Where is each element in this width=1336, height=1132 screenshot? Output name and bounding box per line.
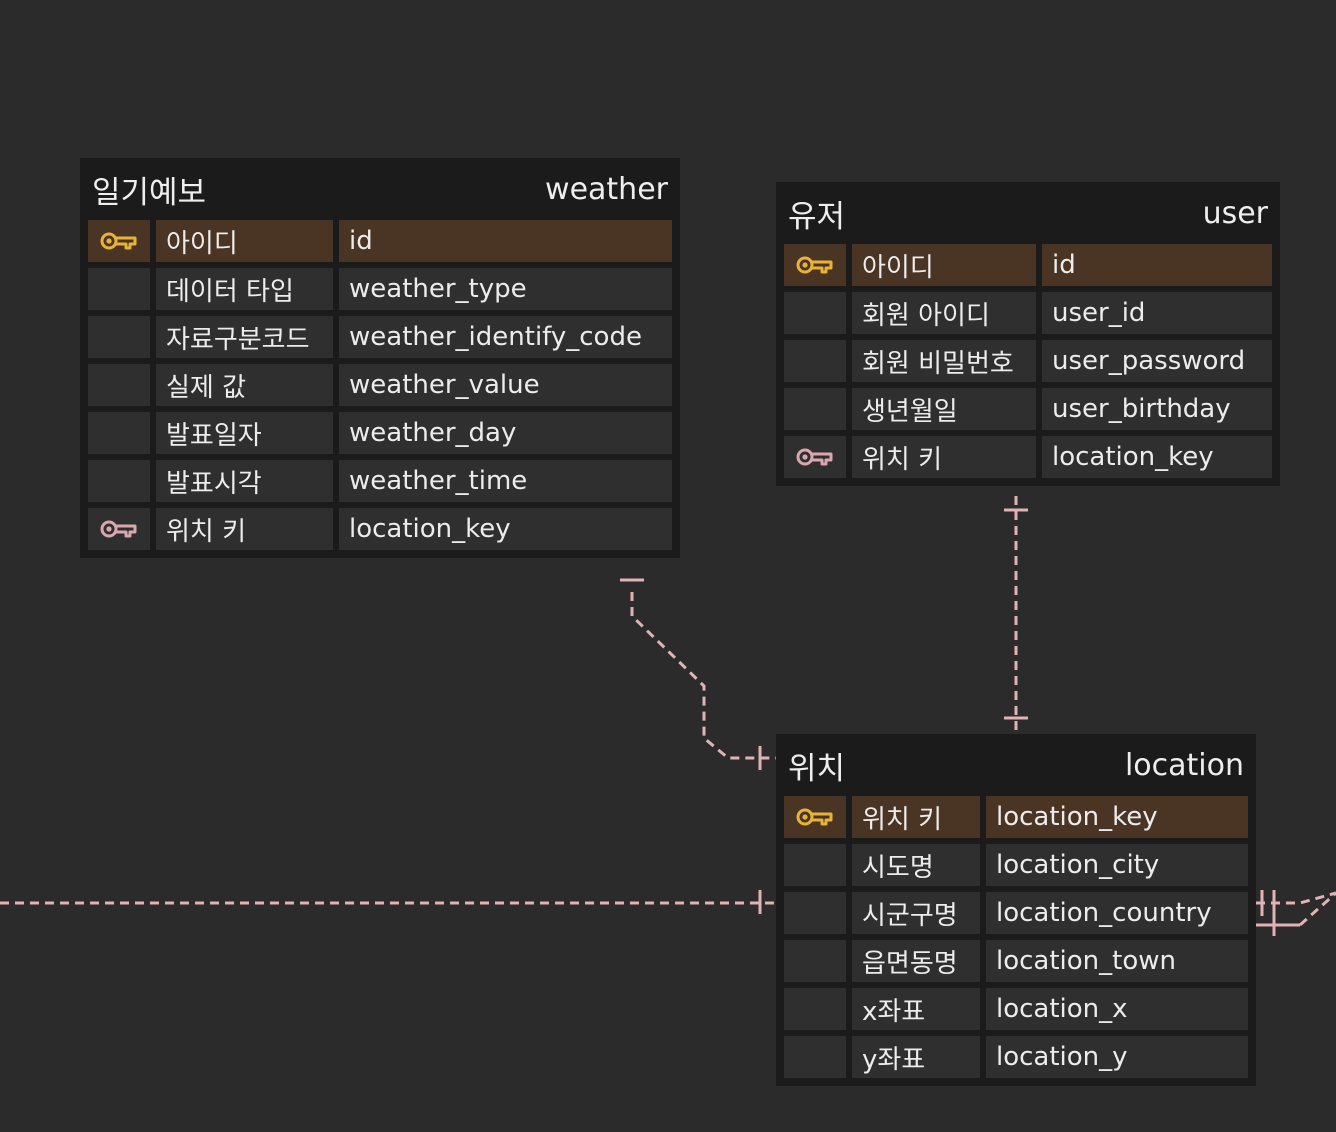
column-name-en: id <box>1042 244 1272 286</box>
column-name-kr: 회원 비밀번호 <box>852 340 1036 382</box>
column-name-kr: 발표시각 <box>156 460 333 502</box>
column-name-kr: 데이터 타입 <box>156 268 333 310</box>
key-cell <box>784 940 846 982</box>
table-title-en: user <box>1202 195 1268 231</box>
column-name-kr: 자료구분코드 <box>156 316 333 358</box>
key-cell <box>88 508 150 550</box>
key-cell <box>784 340 846 382</box>
table-row[interactable]: 위치 키 location_key <box>88 508 672 550</box>
column-name-en: user_id <box>1042 292 1272 334</box>
column-name-kr: 시도명 <box>852 844 980 886</box>
table-columns: 위치 키 location_key 시도명 location_city 시군구명 loca… <box>784 796 1248 1078</box>
key-cell <box>784 844 846 886</box>
table-row[interactable]: 위치 키 location_key <box>784 796 1248 838</box>
column-name-en: user_password <box>1042 340 1272 382</box>
column-name-kr: x좌표 <box>852 988 980 1030</box>
column-name-en: location_x <box>986 988 1248 1030</box>
table-title-en: location <box>1124 747 1244 783</box>
column-name-kr: 위치 키 <box>156 508 333 550</box>
table-row[interactable]: y좌표 location_y <box>784 1036 1248 1078</box>
key-cell <box>784 988 846 1030</box>
table-row[interactable]: 자료구분코드 weather_identify_code <box>88 316 672 358</box>
table-row[interactable]: 회원 비밀번호 user_password <box>784 340 1272 382</box>
table-header: 위치 location <box>784 734 1248 796</box>
column-name-kr: y좌표 <box>852 1036 980 1078</box>
table-title-kr: 일기예보 <box>92 174 207 211</box>
column-name-en: weather_identify_code <box>339 316 672 358</box>
column-name-kr: 위치 키 <box>852 796 980 838</box>
key-cell <box>784 796 846 838</box>
key-cell <box>784 892 846 934</box>
foreign-key-icon <box>100 520 137 538</box>
table-row[interactable]: 데이터 타입 weather_type <box>88 268 672 310</box>
table-row[interactable]: 생년월일 user_birthday <box>784 388 1272 430</box>
key-cell <box>784 292 846 334</box>
table-row[interactable]: 읍면동명 location_town <box>784 940 1248 982</box>
table-row[interactable]: 발표일자 weather_day <box>88 412 672 454</box>
column-name-kr: 실제 값 <box>156 364 333 406</box>
column-name-en: weather_day <box>339 412 672 454</box>
table-row[interactable]: 아이디 id <box>784 244 1272 286</box>
column-name-en: weather_type <box>339 268 672 310</box>
foreign-key-icon <box>796 448 833 466</box>
table-row[interactable]: 위치 키 location_key <box>784 436 1272 478</box>
column-name-kr: 아이디 <box>156 220 333 262</box>
primary-key-icon <box>796 808 833 826</box>
key-cell <box>784 244 846 286</box>
table-row[interactable]: 발표시각 weather_time <box>88 460 672 502</box>
table-header: 일기예보 weather <box>88 158 672 220</box>
key-cell <box>784 1036 846 1078</box>
table-columns: 아이디 id 회원 아이디 user_id 회원 비밀번호 user_password 생년… <box>784 244 1272 478</box>
primary-key-icon <box>796 256 833 274</box>
column-name-en: location_town <box>986 940 1248 982</box>
column-name-kr: 발표일자 <box>156 412 333 454</box>
key-cell <box>88 364 150 406</box>
column-name-en: id <box>339 220 672 262</box>
key-cell <box>88 412 150 454</box>
column-name-kr: 회원 아이디 <box>852 292 1036 334</box>
table-row[interactable]: 시도명 location_city <box>784 844 1248 886</box>
key-cell <box>784 388 846 430</box>
key-cell <box>784 436 846 478</box>
key-cell <box>88 220 150 262</box>
table-title-en: weather <box>545 171 668 207</box>
table-title-kr: 위치 <box>788 750 846 787</box>
column-name-en: weather_time <box>339 460 672 502</box>
column-name-en: location_city <box>986 844 1248 886</box>
table-row[interactable]: x좌표 location_x <box>784 988 1248 1030</box>
table-columns: 아이디 id 데이터 타입 weather_type 자료구분코드 weather_ide… <box>88 220 672 550</box>
column-name-kr: 위치 키 <box>852 436 1036 478</box>
table-weather[interactable]: 일기예보 weather 아이디 id 데이터 타입 weather_type 자료구분… <box>80 158 680 558</box>
table-row[interactable]: 회원 아이디 user_id <box>784 292 1272 334</box>
table-user[interactable]: 유저 user 아이디 id 회원 아이디 user_id 회원 비밀번호 user_pa… <box>776 182 1280 486</box>
column-name-en: location_country <box>986 892 1248 934</box>
relation-location-right[interactable] <box>1256 891 1336 905</box>
column-name-en: location_key <box>1042 436 1272 478</box>
key-cell <box>88 460 150 502</box>
table-row[interactable]: 아이디 id <box>88 220 672 262</box>
column-name-en: location_y <box>986 1036 1248 1078</box>
column-name-en: weather_value <box>339 364 672 406</box>
key-cell <box>88 268 150 310</box>
column-name-kr: 시군구명 <box>852 892 980 934</box>
column-name-en: location_key <box>339 508 672 550</box>
table-location[interactable]: 위치 location 위치 키 location_key 시도명 location_… <box>776 734 1256 1086</box>
table-row[interactable]: 실제 값 weather_value <box>88 364 672 406</box>
column-name-en: location_key <box>986 796 1248 838</box>
table-title-kr: 유저 <box>788 198 846 235</box>
key-cell <box>88 316 150 358</box>
column-name-en: user_birthday <box>1042 388 1272 430</box>
column-name-kr: 읍면동명 <box>852 940 980 982</box>
relation-weather-location[interactable] <box>630 592 776 760</box>
table-header: 유저 user <box>784 182 1272 244</box>
primary-key-icon <box>100 232 137 250</box>
column-name-kr: 생년월일 <box>852 388 1036 430</box>
table-row[interactable]: 시군구명 location_country <box>784 892 1248 934</box>
column-name-kr: 아이디 <box>852 244 1036 286</box>
